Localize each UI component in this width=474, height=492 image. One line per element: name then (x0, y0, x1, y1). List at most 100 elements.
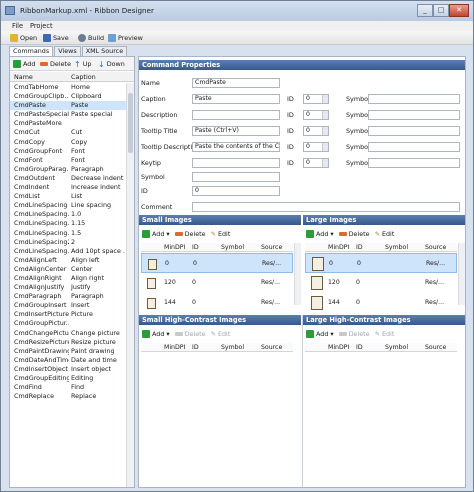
column-id[interactable]: ID (192, 244, 199, 251)
large-hc-edit-button[interactable]: ✎ Edit (375, 330, 395, 338)
command-row[interactable]: CmdList List (10, 192, 126, 201)
title-bar[interactable]: RibbonMarkup.xml - Ribbon Designer _ □ ✕ (1, 1, 473, 21)
command-row[interactable]: CmdCut Cut (10, 128, 126, 137)
command-row[interactable]: CmdAlignCenter Center (10, 265, 126, 274)
column-mindpi[interactable]: MinDPI (328, 344, 349, 351)
command-row[interactable]: CmdGroupInsert Insert (10, 301, 126, 310)
tooltip-title-symbol-field[interactable] (368, 126, 460, 136)
column-id[interactable]: ID (356, 344, 363, 351)
save-button[interactable]: Save (43, 33, 69, 43)
tooltip-desc-id-spinner[interactable]: 0 (303, 142, 329, 152)
caption-id-spinner[interactable]: 0 (303, 94, 329, 104)
command-row[interactable]: CmdLineSpacing... 1.5 (10, 229, 126, 238)
preview-button[interactable]: Preview (108, 33, 143, 43)
dropdown-arrow-icon[interactable]: ▾ (330, 330, 333, 338)
column-id[interactable]: ID (192, 344, 199, 351)
delete-command-button[interactable]: Delete (40, 59, 71, 69)
tab-xml-source[interactable]: XML Source (81, 46, 128, 56)
command-row[interactable]: CmdGroupEditing Editing (10, 374, 126, 383)
command-row[interactable]: CmdGroupClipb... Clipboard (10, 92, 126, 101)
image-row[interactable]: 144 0 Res/... (305, 293, 457, 313)
description-field[interactable] (192, 110, 280, 120)
command-row[interactable]: CmdPasteMore (10, 119, 126, 128)
command-row[interactable]: CmdFont Font (10, 156, 126, 165)
tooltip-title-field[interactable]: Paste (Ctrl+V) (192, 126, 280, 136)
tooltip-description-field[interactable]: Paste the contents of the Clipboa (192, 142, 280, 152)
large-images-scrollbar[interactable] (458, 243, 465, 305)
command-row[interactable]: CmdChangePictureChange picture (10, 329, 126, 338)
command-row[interactable]: CmdInsertObject Insert object (10, 365, 126, 374)
command-row[interactable]: CmdLineSpacing... 1.15 (10, 219, 126, 228)
command-row[interactable]: CmdFind Find (10, 383, 126, 392)
tab-views[interactable]: Views (54, 46, 81, 56)
column-source[interactable]: Source (261, 344, 282, 351)
small-hc-edit-button[interactable]: ✎ Edit (211, 330, 231, 338)
command-row[interactable]: CmdPaintDrawing Paint drawing (10, 347, 126, 356)
column-symbol[interactable]: Symbol (221, 244, 244, 251)
image-row[interactable]: 0 0 Res/... (305, 253, 457, 273)
column-source[interactable]: Source (261, 244, 282, 251)
command-row[interactable]: CmdGroupPictur... (10, 319, 126, 328)
image-row[interactable]: 120 0 Res/... (305, 273, 457, 293)
command-row[interactable]: CmdIndent Increase indent (10, 183, 126, 192)
image-row[interactable]: 0 0 Res/... (141, 253, 293, 273)
open-button[interactable]: Open (10, 33, 37, 43)
menu-project[interactable]: Project (30, 22, 53, 30)
column-symbol[interactable]: Symbol (385, 344, 408, 351)
command-row[interactable]: CmdTabHome Home (10, 83, 126, 92)
symbol-field[interactable] (192, 172, 280, 182)
keytip-id-spinner[interactable]: 0 (303, 158, 329, 168)
command-row[interactable]: CmdLineSpacing2 2 (10, 238, 126, 247)
small-delete-button[interactable]: Delete (174, 230, 206, 238)
command-row[interactable]: CmdLineSpacing... Add 10pt space ... (10, 247, 126, 256)
command-row[interactable]: CmdPaste Paste (10, 101, 126, 111)
command-row[interactable]: CmdCopy Copy (10, 138, 126, 147)
description-symbol-field[interactable] (368, 110, 460, 120)
column-caption[interactable]: Caption (71, 73, 96, 81)
dropdown-arrow-icon[interactable]: ▾ (330, 230, 333, 238)
caption-field[interactable]: Paste (192, 94, 280, 104)
move-up-button[interactable]: ↑ Up (74, 59, 91, 69)
command-row[interactable]: CmdParagraph Paragraph (10, 292, 126, 301)
menu-file[interactable]: File (12, 22, 23, 30)
column-mindpi[interactable]: MinDPI (328, 244, 349, 251)
command-row[interactable]: CmdPasteSpecial Paste special (10, 110, 126, 119)
command-row[interactable]: CmdInsertPicture Picture (10, 310, 126, 319)
build-button[interactable]: Build (78, 33, 104, 43)
command-row[interactable]: CmdGroupParag... Paragraph (10, 165, 126, 174)
command-row[interactable]: CmdGroupFont Font (10, 147, 126, 156)
large-hc-delete-button[interactable]: Delete (338, 330, 370, 338)
command-row[interactable]: CmdAlignJustify Justify (10, 283, 126, 292)
column-symbol[interactable]: Symbol (385, 244, 408, 251)
column-source[interactable]: Source (425, 344, 446, 351)
command-row[interactable]: CmdResizePicture Resize picture (10, 338, 126, 347)
caption-symbol-field[interactable] (368, 94, 460, 104)
move-down-button[interactable]: ↓ Down (98, 59, 125, 69)
small-hc-add-button[interactable]: Add ▾ (142, 329, 170, 338)
minimize-button[interactable]: _ (417, 4, 433, 17)
column-id[interactable]: ID (356, 244, 363, 251)
column-mindpi[interactable]: MinDPI (164, 344, 185, 351)
image-row[interactable]: 120 0 Res/... (141, 273, 293, 293)
keytip-field[interactable] (192, 158, 280, 168)
add-command-button[interactable]: Add (13, 59, 35, 69)
command-row[interactable]: CmdAlignLeft Align left (10, 256, 126, 265)
tooltip-desc-symbol-field[interactable] (368, 142, 460, 152)
large-delete-button[interactable]: Delete (338, 230, 370, 238)
description-id-spinner[interactable]: 0 (303, 110, 329, 120)
large-add-button[interactable]: Add ▾ (306, 229, 334, 238)
small-add-button[interactable]: Add ▾ (142, 229, 170, 238)
small-hc-delete-button[interactable]: Delete (174, 330, 206, 338)
column-symbol[interactable]: Symbol (221, 344, 244, 351)
column-source[interactable]: Source (425, 244, 446, 251)
scrollbar-thumb[interactable] (128, 93, 133, 153)
column-name[interactable]: Name (14, 73, 33, 81)
image-row[interactable]: 144 0 Res/... (141, 293, 293, 313)
dropdown-arrow-icon[interactable]: ▾ (166, 230, 169, 238)
command-row[interactable]: CmdDateAndTime Date and time (10, 356, 126, 365)
maximize-button[interactable]: □ (433, 4, 449, 17)
id-field[interactable]: 0 (192, 186, 280, 196)
keytip-symbol-field[interactable] (368, 158, 460, 168)
column-mindpi[interactable]: MinDPI (164, 244, 185, 251)
close-button[interactable]: ✕ (449, 4, 469, 17)
